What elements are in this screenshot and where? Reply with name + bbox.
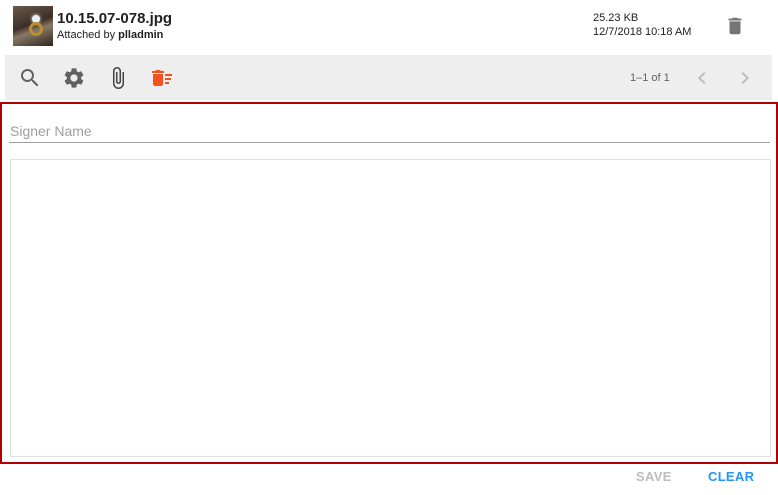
trash-icon xyxy=(728,17,742,35)
toolbar: 1–1 of 1 xyxy=(5,55,772,100)
attached-by-prefix: Attached by xyxy=(57,29,119,41)
attachment-thumbnail[interactable] xyxy=(13,6,53,46)
gear-icon xyxy=(64,68,84,88)
attachment-date: 12/7/2018 10:18 AM xyxy=(593,26,692,38)
search-button[interactable] xyxy=(18,66,42,90)
delete-attachment-button[interactable] xyxy=(724,14,746,38)
signature-pad[interactable] xyxy=(10,159,771,457)
attachment-file-name[interactable]: 10.15.07-078.jpg xyxy=(57,10,172,27)
attachment-row: 10.15.07-078.jpg Attached by plladmin 25… xyxy=(0,0,778,54)
attachment-file-size: 25.23 KB xyxy=(593,12,639,24)
signer-name-input[interactable] xyxy=(9,120,770,143)
clear-button[interactable]: CLEAR xyxy=(708,469,754,484)
save-button[interactable]: SAVE xyxy=(636,469,672,484)
attached-by-user: plladmin xyxy=(118,29,164,41)
next-page-button[interactable] xyxy=(733,66,757,90)
chevron-left-icon xyxy=(698,72,706,84)
thumbnail-ring xyxy=(29,22,43,36)
attach-button[interactable] xyxy=(106,66,130,90)
delete-sweep-icon xyxy=(152,70,172,86)
previous-page-button[interactable] xyxy=(690,66,714,90)
search-icon xyxy=(21,69,39,87)
chevron-right-icon xyxy=(741,72,749,84)
settings-button[interactable] xyxy=(62,66,86,90)
signature-panel xyxy=(0,102,778,464)
attachment-attached-by: Attached by plladmin xyxy=(57,29,163,41)
paperclip-icon xyxy=(113,67,124,89)
pagination-label: 1–1 of 1 xyxy=(630,72,670,84)
delete-all-button[interactable] xyxy=(150,66,174,90)
